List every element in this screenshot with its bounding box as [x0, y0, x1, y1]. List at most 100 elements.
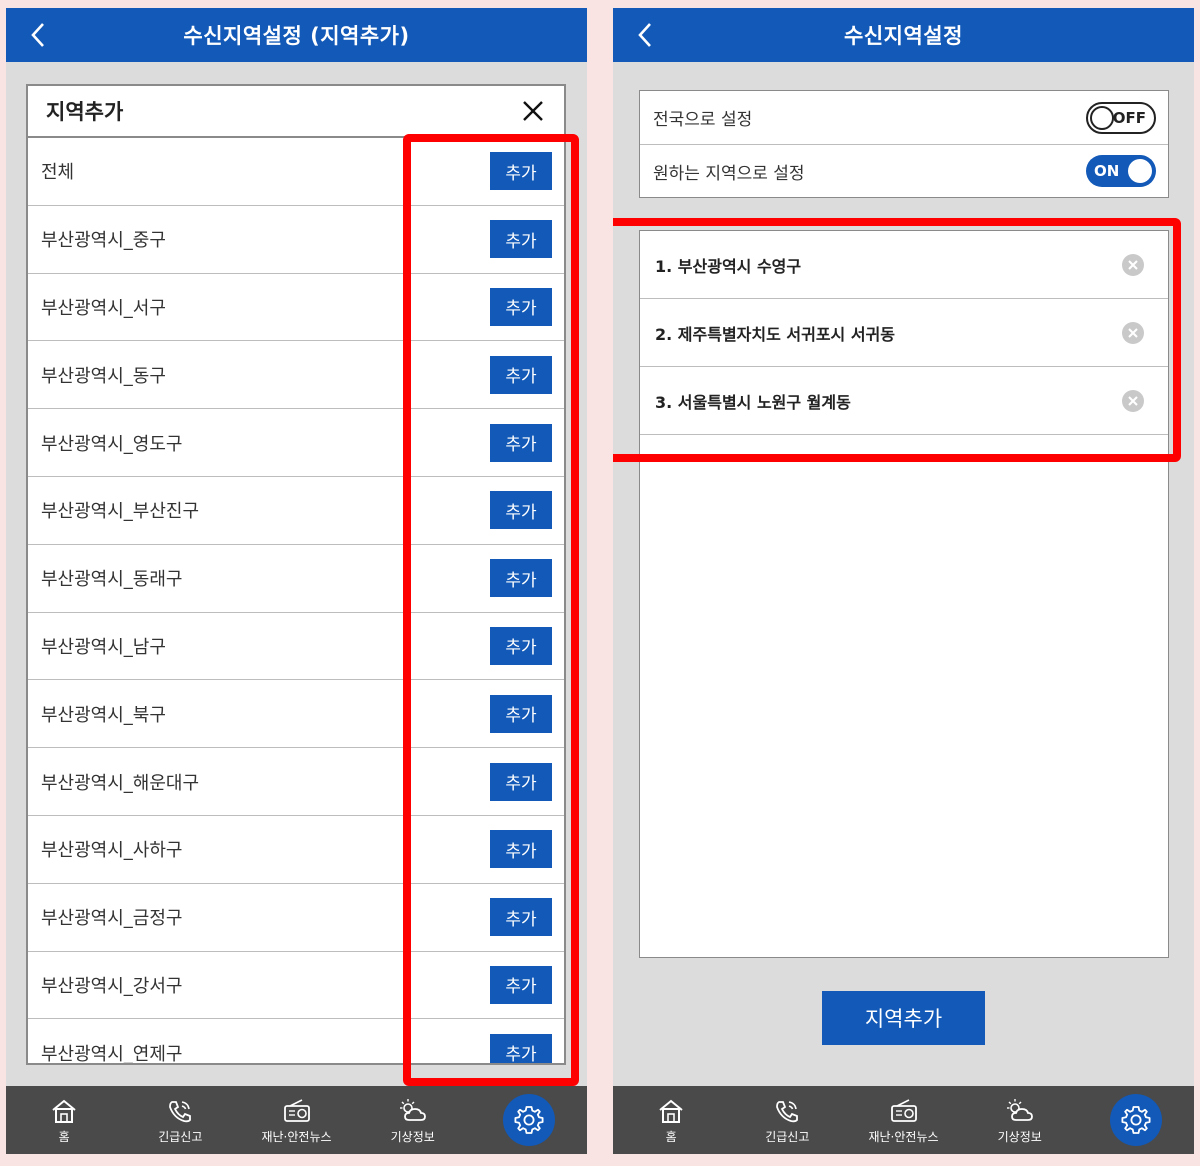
- region-add-dialog: 지역추가 전체 추가 부산광역시_중구 추가 부산광역시_서구 추가 부산광역시_동구 추가 부…: [26, 84, 566, 1065]
- nav-news[interactable]: 재난·안전뉴스: [238, 1086, 354, 1154]
- dialog-title: 지역추가: [46, 100, 124, 124]
- region-row: 부산광역시_연제구 추가: [28, 1019, 564, 1065]
- selected-region-name: 2. 제주특별자치도 서귀포시 서귀동: [655, 324, 896, 344]
- nav-emergency-label: 긴급신고: [158, 1129, 203, 1144]
- toggle-state: ON: [1094, 162, 1120, 180]
- region-name: 부산광역시_남구: [41, 636, 166, 658]
- settings-gear-icon: [1109, 1094, 1162, 1146]
- close-icon[interactable]: [520, 98, 546, 124]
- page-title: 수신지역설정 (지역추가): [183, 24, 410, 48]
- region-settings-screen: 수신지역설정 전국으로 설정 OFF 원하는 지역으로 설정 ON 1. 부산광…: [613, 8, 1194, 1154]
- region-add-screen: 수신지역설정 (지역추가) 지역추가 전체 추가 부산광역시_중구 추가 부산광역시_서…: [6, 8, 587, 1154]
- nav-weather[interactable]: 기상정보: [355, 1086, 471, 1154]
- add-region-item-button[interactable]: 추가: [490, 965, 552, 1004]
- top-bar: 수신지역설정: [613, 8, 1194, 62]
- phone-icon: [771, 1096, 803, 1126]
- region-name: 부산광역시_사하구: [41, 840, 183, 862]
- selected-region-row: 1. 부산광역시 수영구: [640, 231, 1168, 299]
- setting-label: 원하는 지역으로 설정: [653, 163, 805, 184]
- remove-x-icon[interactable]: [1122, 321, 1144, 344]
- settings-gear-icon: [502, 1094, 555, 1146]
- home-icon: [48, 1096, 80, 1126]
- add-region-item-button[interactable]: 추가: [490, 694, 552, 733]
- setting-row-nationwide: 전국으로 설정 OFF: [640, 91, 1168, 144]
- page-title: 수신지역설정: [844, 24, 963, 48]
- add-region-item-button[interactable]: 추가: [490, 559, 552, 598]
- home-icon: [655, 1096, 687, 1126]
- region-name: 부산광역시_동구: [41, 365, 166, 387]
- add-region-button[interactable]: 지역추가: [822, 991, 985, 1045]
- region-name: 부산광역시_서구: [41, 297, 166, 319]
- region-row: 부산광역시_사하구 추가: [28, 816, 564, 884]
- radio-icon: [281, 1096, 313, 1126]
- region-row: 부산광역시_영도구 추가: [28, 409, 564, 477]
- add-region-item-button[interactable]: 추가: [490, 898, 552, 937]
- setting-row-custom: 원하는 지역으로 설정 ON: [640, 144, 1168, 197]
- nav-home-label: 홈: [58, 1129, 70, 1144]
- nav-home-label: 홈: [665, 1129, 677, 1144]
- nav-home[interactable]: 홈: [6, 1086, 122, 1154]
- nav-emergency[interactable]: 긴급신고: [122, 1086, 238, 1154]
- nav-weather-label: 기상정보: [997, 1129, 1042, 1144]
- nav-news[interactable]: 재난·안전뉴스: [845, 1086, 961, 1154]
- region-name: 부산광역시_연제구: [41, 1043, 183, 1065]
- selected-region-row: 3. 서울특별시 노원구 월계동: [640, 367, 1168, 435]
- nav-weather-label: 기상정보: [390, 1129, 435, 1144]
- custom-region-toggle[interactable]: ON: [1086, 155, 1156, 187]
- remove-x-icon[interactable]: [1122, 389, 1144, 412]
- bottom-nav: 홈 긴급신고 재난·안전뉴스 기상정보: [6, 1086, 587, 1154]
- region-row: 부산광역시_금정구 추가: [28, 884, 564, 952]
- receive-mode-settings: 전국으로 설정 OFF 원하는 지역으로 설정 ON: [639, 90, 1169, 198]
- nav-settings[interactable]: [1078, 1086, 1194, 1154]
- region-row: 부산광역시_강서구 추가: [28, 952, 564, 1020]
- region-list: 전체 추가 부산광역시_중구 추가 부산광역시_서구 추가 부산광역시_동구 추가 부산광역시_…: [28, 138, 564, 1065]
- add-region-item-button[interactable]: 추가: [490, 152, 552, 191]
- nav-news-label: 재난·안전뉴스: [868, 1129, 939, 1144]
- selected-region-name: 3. 서울특별시 노원구 월계동: [655, 392, 851, 412]
- region-name: 부산광역시_금정구: [41, 908, 183, 930]
- add-region-item-button[interactable]: 추가: [490, 220, 552, 259]
- toggle-knob: [1128, 159, 1152, 183]
- setting-label: 전국으로 설정: [653, 110, 753, 130]
- region-row: 부산광역시_해운대구 추가: [28, 748, 564, 816]
- region-name: 부산광역시_중구: [41, 230, 166, 252]
- region-name: 전체: [41, 162, 75, 184]
- region-name: 부산광역시_영도구: [41, 433, 183, 455]
- region-name: 부산광역시_강서구: [41, 975, 183, 997]
- phone-icon: [164, 1096, 196, 1126]
- add-region-item-button[interactable]: 추가: [490, 762, 552, 801]
- nav-emergency[interactable]: 긴급신고: [729, 1086, 845, 1154]
- add-region-item-button[interactable]: 추가: [490, 287, 552, 326]
- region-name: 부산광역시_부산진구: [41, 501, 200, 523]
- region-row: 부산광역시_서구 추가: [28, 274, 564, 342]
- selected-region-list: 1. 부산광역시 수영구 2. 제주특별자치도 서귀포시 서귀동 3. 서울특별시 …: [639, 230, 1169, 958]
- top-bar: 수신지역설정 (지역추가): [6, 8, 587, 62]
- selected-region-name: 1. 부산광역시 수영구: [655, 256, 802, 276]
- region-row: 부산광역시_중구 추가: [28, 206, 564, 274]
- back-icon[interactable]: [24, 21, 52, 49]
- weather-icon: [1004, 1096, 1036, 1126]
- dialog-header: 지역추가: [28, 86, 564, 138]
- add-region-item-button[interactable]: 추가: [490, 830, 552, 869]
- add-region-item-button[interactable]: 추가: [490, 355, 552, 394]
- region-name: 부산광역시_동래구: [41, 569, 183, 591]
- add-region-item-button[interactable]: 추가: [490, 626, 552, 665]
- nationwide-toggle[interactable]: OFF: [1086, 101, 1156, 134]
- region-row: 부산광역시_남구 추가: [28, 613, 564, 681]
- add-region-item-button[interactable]: 추가: [490, 423, 552, 462]
- nav-weather[interactable]: 기상정보: [962, 1086, 1078, 1154]
- nav-home[interactable]: 홈: [613, 1086, 729, 1154]
- add-region-item-button[interactable]: 추가: [490, 491, 552, 530]
- region-row: 부산광역시_동래구 추가: [28, 545, 564, 613]
- remove-x-icon[interactable]: [1122, 253, 1144, 276]
- nav-emergency-label: 긴급신고: [765, 1129, 810, 1144]
- weather-icon: [397, 1096, 429, 1126]
- region-name: 부산광역시_해운대구: [41, 772, 200, 794]
- region-row: 전체 추가: [28, 138, 564, 206]
- toggle-state: OFF: [1112, 108, 1146, 127]
- back-icon[interactable]: [631, 21, 659, 49]
- bottom-nav: 홈 긴급신고 재난·안전뉴스 기상정보: [613, 1086, 1194, 1154]
- region-row: 부산광역시_부산진구 추가: [28, 477, 564, 545]
- add-region-item-button[interactable]: 추가: [490, 1033, 552, 1063]
- nav-settings[interactable]: [471, 1086, 587, 1154]
